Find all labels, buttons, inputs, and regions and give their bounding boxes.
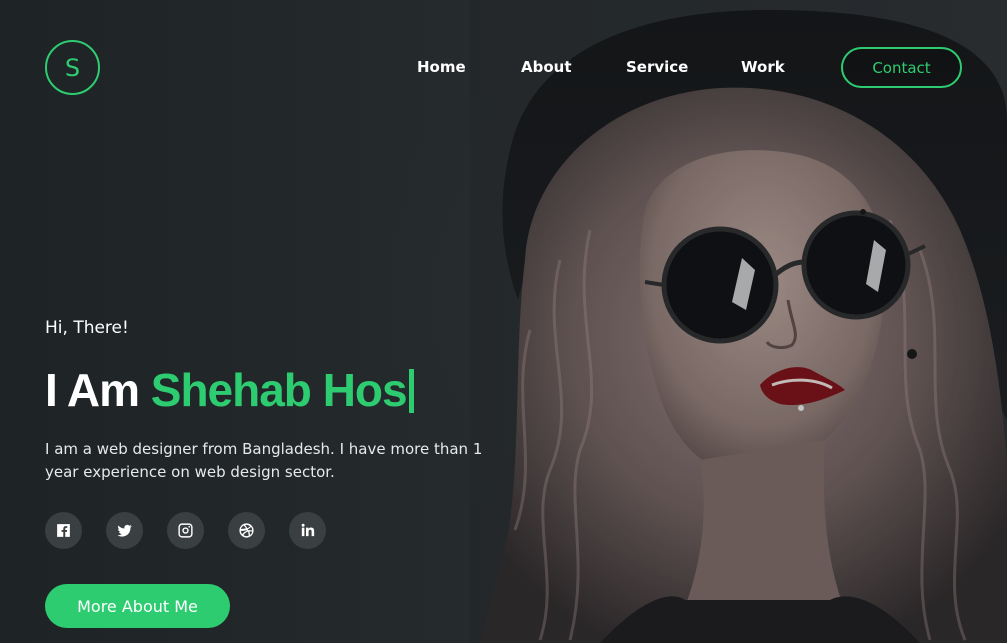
instagram-icon: [178, 523, 193, 538]
social-links: [45, 512, 326, 549]
headline-name: Shehab Hos: [150, 364, 408, 416]
nav-item-service[interactable]: Service: [626, 58, 688, 76]
typing-cursor: [408, 369, 414, 413]
twitter-link[interactable]: [106, 512, 143, 549]
hero-portrait-image: [470, 0, 1007, 643]
nav-item-about[interactable]: About: [521, 58, 572, 76]
linkedin-link[interactable]: [289, 512, 326, 549]
nav-item-work[interactable]: Work: [741, 58, 785, 76]
instagram-link[interactable]: [167, 512, 204, 549]
contact-button-label: Contact: [872, 58, 931, 77]
nav-item-home[interactable]: Home: [417, 58, 466, 76]
hero-headline: I Am Shehab Hos: [45, 362, 414, 418]
facebook-link[interactable]: [45, 512, 82, 549]
more-about-me-label: More About Me: [77, 596, 198, 616]
facebook-icon: [57, 524, 70, 537]
logo[interactable]: S: [45, 40, 100, 95]
hero-intro: I am a web designer from Bangladesh. I h…: [45, 440, 483, 481]
hero-greeting: Hi, There!: [45, 318, 129, 338]
twitter-icon: [117, 524, 132, 537]
dribbble-link[interactable]: [228, 512, 265, 549]
logo-letter: S: [64, 53, 81, 82]
linkedin-icon: [301, 523, 315, 537]
more-about-me-button[interactable]: More About Me: [45, 584, 230, 628]
headline-prefix: I Am: [45, 364, 151, 416]
dribbble-icon: [239, 523, 254, 538]
contact-button[interactable]: Contact: [841, 47, 962, 88]
